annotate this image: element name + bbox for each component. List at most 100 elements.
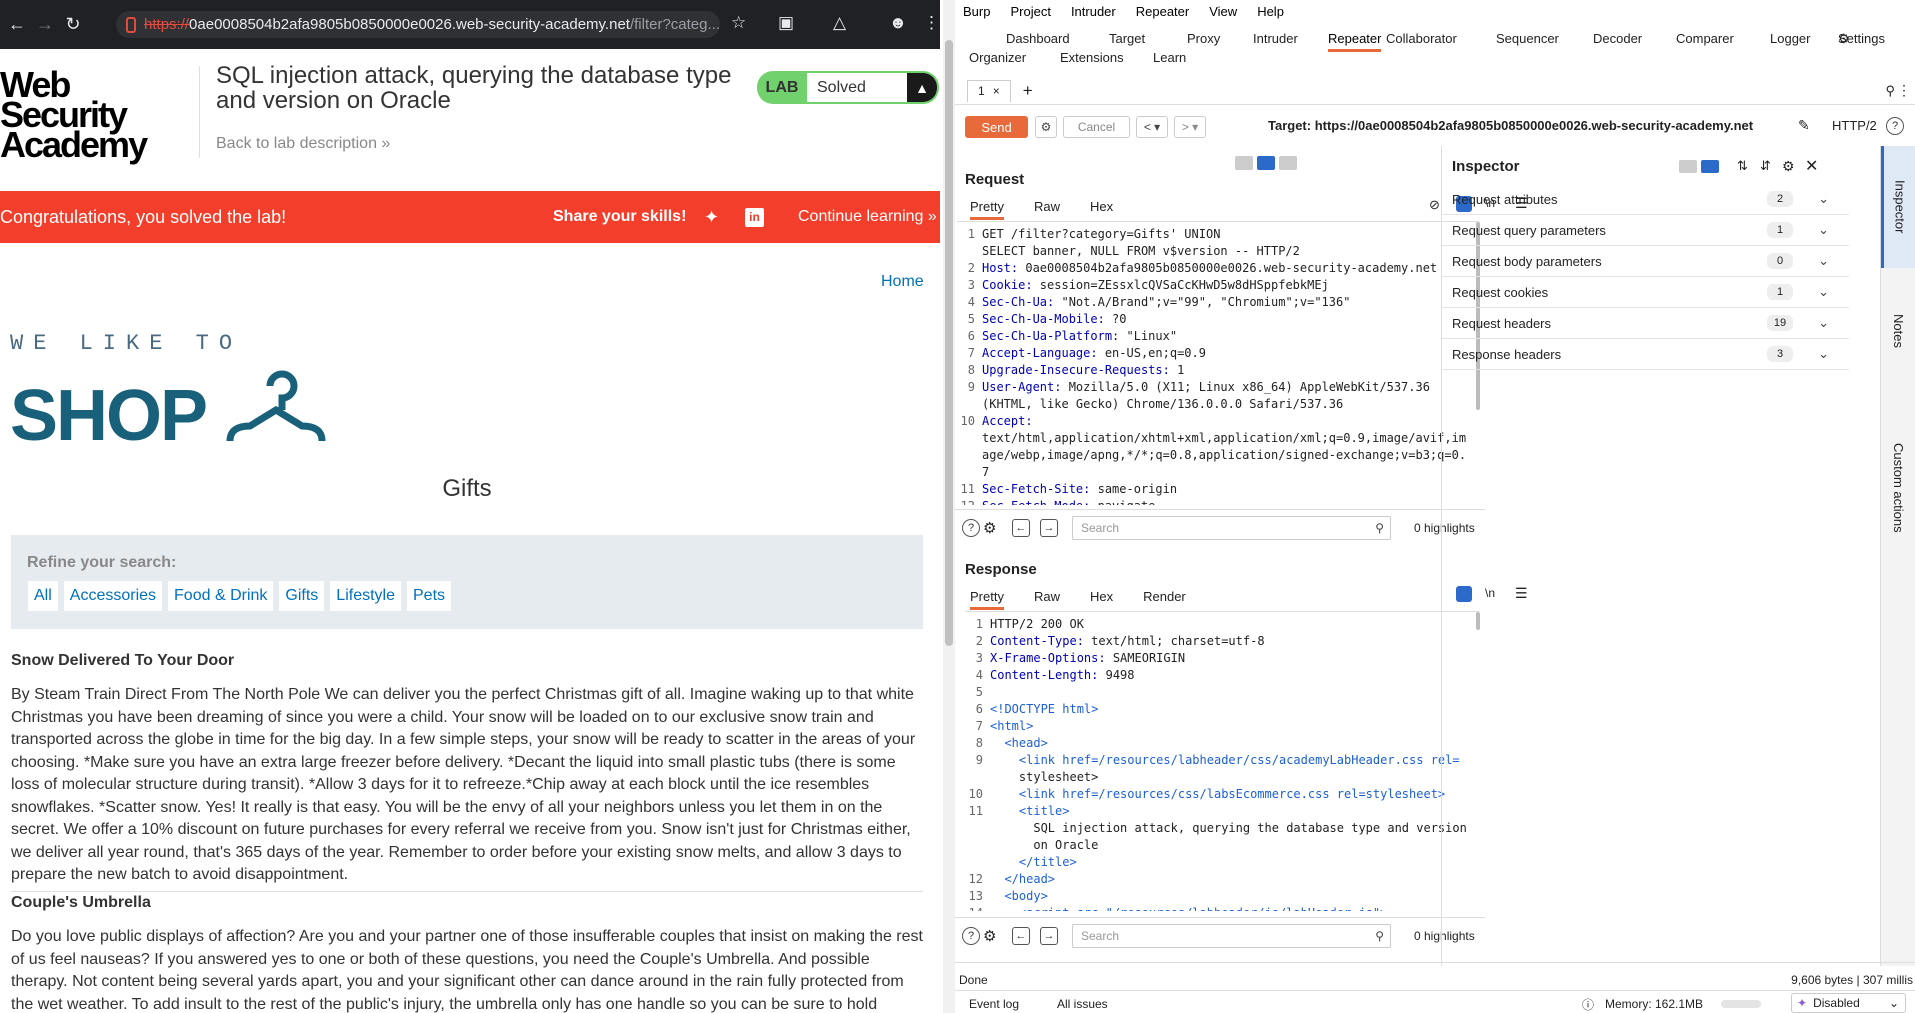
inspector-layout-icon[interactable]	[1679, 160, 1697, 173]
filter-food-drink[interactable]: Food & Drink	[167, 580, 275, 612]
filter-gifts[interactable]: Gifts	[278, 580, 326, 612]
request-tab-pretty[interactable]: Pretty	[970, 199, 1004, 220]
filter-all[interactable]: All	[27, 580, 59, 612]
history-back-button[interactable]: < ▾	[1136, 116, 1168, 138]
tab-repeater[interactable]: Repeater	[1328, 31, 1382, 52]
extensions-icon[interactable]: ▣	[778, 13, 794, 33]
ai-status-dropdown[interactable]: ✦ Disabled ⌄	[1791, 993, 1906, 1013]
tab-learn[interactable]: Learn	[1153, 50, 1186, 65]
inspector-section[interactable]: Request cookies 1 ⌄	[1442, 277, 1849, 308]
tab-logger[interactable]: Logger	[1770, 31, 1810, 46]
code-line: <link href=/resources/css/labsEcommerce.…	[990, 786, 1445, 803]
tab-dashboard[interactable]: Dashboard	[1006, 31, 1070, 46]
response-tab-hex[interactable]: Hex	[1090, 589, 1113, 610]
response-search-input[interactable]: Search ⚲	[1072, 923, 1391, 948]
wsa-logo[interactable]: Web Security Academy	[0, 67, 200, 163]
menu-repeater[interactable]: Repeater	[1136, 4, 1189, 19]
product-item: Couple's Umbrella Do you love public dis…	[11, 891, 923, 1013]
search-settings-icon[interactable]: ⚙	[983, 519, 996, 537]
inspector-section[interactable]: Request attributes 2 ⌄	[1442, 184, 1849, 215]
tab-proxy[interactable]: Proxy	[1187, 31, 1220, 46]
filter-pets[interactable]: Pets	[406, 580, 453, 612]
filter-lifestyle[interactable]: Lifestyle	[329, 580, 402, 612]
search-icon[interactable]: ⚲	[1885, 83, 1895, 99]
next-match-icon[interactable]: →	[1040, 926, 1058, 945]
layout-horizontal-icon[interactable]	[1257, 156, 1275, 170]
add-tab-icon[interactable]: +	[1023, 81, 1033, 101]
more-icon[interactable]: ⋮	[1897, 82, 1911, 99]
filter-accessories[interactable]: Accessories	[62, 580, 164, 612]
forward-icon[interactable]: →	[34, 14, 56, 36]
next-match-icon[interactable]: →	[1040, 518, 1058, 537]
response-tab-render[interactable]: Render	[1143, 589, 1186, 610]
site-info-icon[interactable]	[126, 16, 137, 33]
scrollbar-thumb[interactable]	[945, 40, 953, 646]
prev-match-icon[interactable]: ←	[1012, 926, 1030, 945]
close-icon[interactable]: ×	[993, 84, 1000, 98]
prev-match-icon[interactable]: ←	[1012, 518, 1030, 537]
back-to-description-link[interactable]: Back to lab description »	[216, 135, 390, 153]
send-settings-icon[interactable]: ⚙	[1035, 116, 1057, 138]
page-scrollbar[interactable]	[943, 0, 955, 1013]
tab-extensions[interactable]: Extensions	[1060, 50, 1124, 65]
gear-icon[interactable]: ⚙	[1782, 158, 1795, 175]
request-search-input[interactable]: Search ⚲	[1072, 515, 1391, 540]
linkedin-icon[interactable]: in	[745, 207, 764, 227]
help-icon[interactable]: ?	[962, 518, 980, 537]
search-settings-icon[interactable]: ⚙	[983, 927, 996, 945]
tab-decoder[interactable]: Decoder	[1593, 31, 1642, 46]
response-tab-pretty[interactable]: Pretty	[970, 589, 1004, 610]
layout-single-icon[interactable]	[1279, 156, 1297, 170]
inspector-section[interactable]: Request body parameters 0 ⌄	[1442, 246, 1849, 277]
menu-project[interactable]: Project	[1010, 4, 1050, 19]
http-version[interactable]: HTTP/2	[1832, 118, 1877, 133]
menu-help[interactable]: Help	[1257, 4, 1284, 19]
repeater-tab-1[interactable]: 1 ×	[967, 79, 1011, 102]
response-tab-raw[interactable]: Raw	[1034, 589, 1060, 610]
reload-icon[interactable]: ↻	[62, 14, 84, 36]
help-icon[interactable]: ?	[962, 926, 980, 945]
tab-comparer[interactable]: Comparer	[1676, 31, 1734, 46]
menu-view[interactable]: View	[1209, 4, 1237, 19]
inspector-section[interactable]: Request headers 19 ⌄	[1442, 308, 1849, 339]
request-tab-hex[interactable]: Hex	[1090, 199, 1113, 220]
edit-target-icon[interactable]: ✎	[1798, 117, 1810, 134]
side-tab-notes[interactable]: Notes	[1881, 276, 1915, 386]
code-line: <html>	[990, 718, 1033, 735]
collapse-icon[interactable]: ⇵	[1760, 158, 1771, 174]
star-icon[interactable]: ☆	[731, 13, 746, 33]
back-icon[interactable]: ←	[6, 14, 28, 36]
request-tab-raw[interactable]: Raw	[1034, 199, 1060, 220]
menu-intruder[interactable]: Intruder	[1071, 4, 1116, 19]
sort-icon[interactable]: ⇅	[1737, 158, 1748, 174]
tab-target[interactable]: Target	[1109, 31, 1145, 46]
history-forward-button[interactable]: > ▾	[1174, 116, 1206, 138]
address-bar[interactable]: https:// 0ae0008504b2afa9805b0850000e002…	[116, 11, 720, 38]
event-log-tab[interactable]: Event log	[969, 997, 1019, 1011]
tab-sequencer[interactable]: Sequencer	[1496, 31, 1559, 46]
all-issues-tab[interactable]: All issues	[1057, 997, 1108, 1011]
labs-icon[interactable]: △	[833, 13, 846, 33]
inspector-section[interactable]: Response headers 3 ⌄	[1442, 339, 1849, 370]
side-tab-custom-actions[interactable]: Custom actions	[1881, 408, 1915, 568]
side-tab-inspector[interactable]: Inspector	[1881, 146, 1915, 268]
hide-icon[interactable]: ⊘	[1429, 197, 1440, 213]
help-icon[interactable]: ?	[1886, 117, 1904, 135]
inspector-section[interactable]: Request query parameters 1 ⌄	[1442, 215, 1849, 246]
layout-split-icon[interactable]	[1235, 156, 1253, 170]
menu-icon[interactable]: ⋮	[923, 13, 940, 33]
response-editor[interactable]: 1 HTTP/2 200 OK 2 Content-Type: text/html; …	[965, 611, 1479, 911]
send-button[interactable]: Send	[965, 116, 1028, 138]
tab-intruder[interactable]: Intruder	[1253, 31, 1298, 46]
cancel-button[interactable]: Cancel	[1063, 116, 1130, 138]
request-editor[interactable]: 1 GET /filter?category=Gifts' UNION SELECT…	[957, 221, 1479, 505]
profile-icon[interactable]: ☻	[889, 13, 907, 33]
inspector-layout-active-icon[interactable]	[1701, 160, 1719, 173]
twitter-icon[interactable]: ✦	[704, 207, 719, 228]
continue-learning-link[interactable]: Continue learning »	[798, 208, 937, 226]
home-link[interactable]: Home	[881, 273, 924, 291]
tab-collaborator[interactable]: Collaborator	[1386, 31, 1457, 46]
menu-burp[interactable]: Burp	[963, 4, 990, 19]
tab-organizer[interactable]: Organizer	[969, 50, 1026, 65]
close-icon[interactable]: ✕	[1805, 156, 1818, 176]
